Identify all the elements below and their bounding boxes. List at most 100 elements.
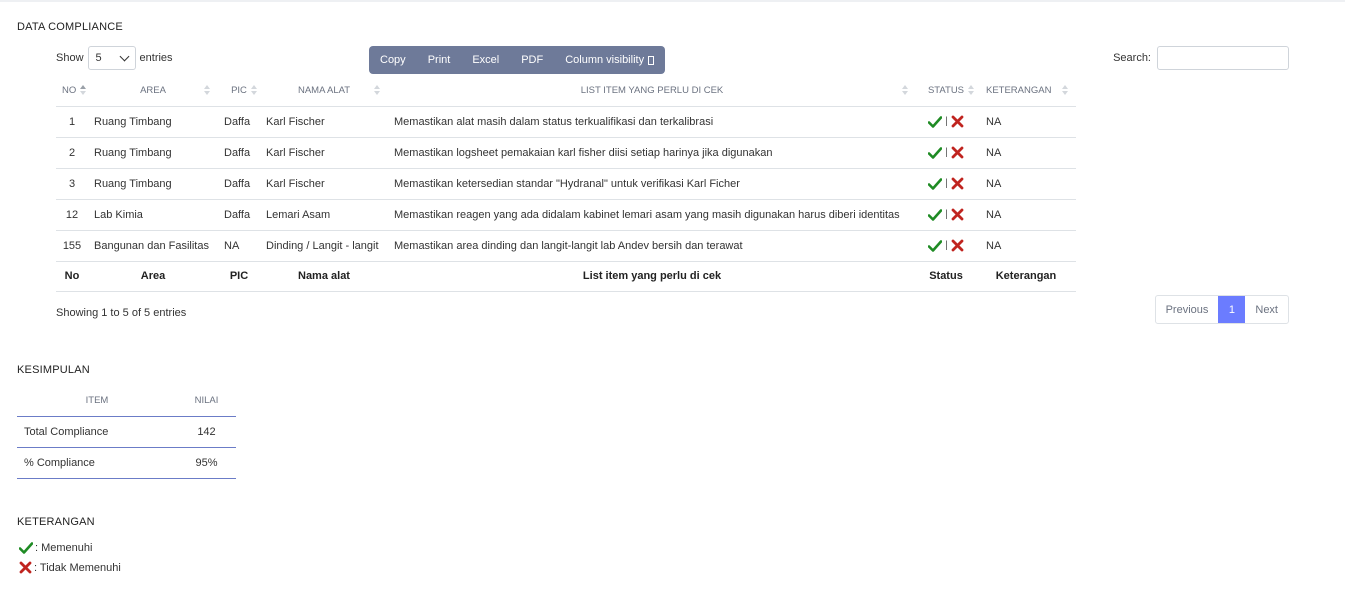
status-separator: | — [945, 240, 948, 251]
table-row: 155 Bangunan dan Fasilitas NA Dinding / Lan… — [56, 230, 1076, 262]
cell-status: | — [916, 106, 976, 138]
status-separator: | — [945, 178, 948, 189]
footer-keterangan: Keterangan — [976, 261, 1076, 292]
summary-nilai: 142 — [177, 416, 236, 448]
cross-icon — [951, 208, 964, 221]
status-separator: | — [945, 147, 948, 158]
missing-glyph-icon — [648, 55, 655, 65]
page-length-select[interactable]: 5 — [87, 46, 136, 70]
next-button[interactable]: Next — [1245, 296, 1288, 323]
legend-tidak-memenuhi-label: : Tidak Memenuhi — [34, 561, 121, 574]
summary-row: Total Compliance 142 — [17, 416, 236, 448]
check-icon — [928, 208, 943, 221]
table-row: 2 Ruang Timbang Daffa Karl Fischer Memastika… — [56, 137, 1076, 169]
cell-status: | — [916, 137, 976, 169]
cell-nama-alat: Karl Fischer — [260, 168, 388, 200]
cell-no: 3 — [56, 168, 88, 200]
cell-keterangan: NA — [976, 106, 1076, 138]
table-row: 3 Ruang Timbang Daffa Karl Fischer Memastika… — [56, 168, 1076, 200]
cell-area: Ruang Timbang — [88, 137, 218, 169]
col-header-area[interactable]: AREA — [88, 76, 218, 107]
legend-tidak-memenuhi: : Tidak Memenuhi — [19, 561, 121, 574]
cell-no: 2 — [56, 137, 88, 169]
keterangan-title: KETERANGAN — [17, 516, 95, 528]
cell-area: Bangunan dan Fasilitas — [88, 230, 218, 262]
cell-keterangan: NA — [976, 199, 1076, 231]
data-compliance-title: DATA COMPLIANCE — [17, 21, 123, 33]
top-divider — [0, 0, 1345, 2]
cell-area: Ruang Timbang — [88, 106, 218, 138]
cell-pic: Daffa — [218, 106, 260, 138]
cell-status: | — [916, 199, 976, 231]
cross-icon — [951, 177, 964, 190]
status-separator: | — [945, 209, 948, 220]
cell-list-item: Memastikan logsheet pemakaian karl fishe… — [388, 137, 916, 169]
col-header-list-item[interactable]: LIST ITEM YANG PERLU DI CEK — [388, 76, 916, 107]
cell-pic: Daffa — [218, 168, 260, 200]
excel-button[interactable]: Excel — [461, 46, 510, 74]
col-header-nama-alat[interactable]: NAMA ALAT — [260, 76, 388, 107]
cell-list-item: Memastikan ketersedian standar "Hydranal… — [388, 168, 916, 200]
summary-table: ITEM NILAI Total Compliance 142% Complian… — [17, 386, 236, 479]
cell-pic: NA — [218, 230, 260, 262]
show-label: Show — [56, 52, 84, 64]
pagination: Previous 1 Next — [1154, 295, 1289, 324]
cross-icon — [951, 146, 964, 159]
search-input[interactable] — [1157, 46, 1289, 70]
check-icon — [928, 177, 943, 190]
entries-label: entries — [139, 52, 173, 64]
summary-nilai: 95% — [177, 447, 236, 479]
cell-status: | — [916, 168, 976, 200]
cell-area: Lab Kimia — [88, 199, 218, 231]
footer-nama-alat: Nama alat — [260, 261, 388, 292]
copy-button[interactable]: Copy — [369, 46, 417, 74]
table-footer-row: No Area PIC Nama alat List item yang per… — [56, 261, 1076, 292]
cell-list-item: Memastikan alat masih dalam status terku… — [388, 106, 916, 138]
table-info: Showing 1 to 5 of 5 entries — [56, 307, 187, 319]
cell-no: 12 — [56, 199, 88, 231]
cell-nama-alat: Lemari Asam — [260, 199, 388, 231]
cell-pic: Daffa — [218, 137, 260, 169]
cell-keterangan: NA — [976, 230, 1076, 262]
export-button-group: Copy Print Excel PDF Column visibility — [369, 46, 666, 74]
search-control: Search: — [1113, 46, 1289, 70]
cell-no: 1 — [56, 106, 88, 138]
summary-item: % Compliance — [17, 447, 177, 479]
column-visibility-button[interactable]: Column visibility — [554, 46, 665, 74]
previous-button[interactable]: Previous — [1156, 296, 1219, 323]
col-header-pic[interactable]: PIC — [218, 76, 260, 107]
col-header-keterangan[interactable]: KETERANGAN — [976, 76, 1076, 107]
page-length-control: Show 5 entries — [56, 46, 173, 70]
kesimpulan-title: KESIMPULAN — [17, 364, 90, 376]
pdf-button[interactable]: PDF — [510, 46, 554, 74]
summary-header-nilai: NILAI — [177, 386, 236, 417]
summary-header-item: ITEM — [17, 386, 177, 417]
page-length-value: 5 — [95, 52, 102, 64]
summary-item: Total Compliance — [17, 416, 177, 448]
check-icon — [19, 542, 33, 554]
footer-pic: PIC — [218, 261, 260, 292]
cross-icon — [19, 561, 32, 574]
print-button[interactable]: Print — [417, 46, 462, 74]
cross-icon — [951, 115, 964, 128]
cell-status: | — [916, 230, 976, 262]
check-icon — [928, 239, 943, 252]
cell-nama-alat: Karl Fischer — [260, 106, 388, 138]
col-header-status[interactable]: STATUS — [916, 76, 976, 107]
table-row: 12 Lab Kimia Daffa Lemari Asam Memastikan re… — [56, 199, 1076, 231]
search-label: Search: — [1113, 52, 1151, 64]
cell-list-item: Memastikan reagen yang ada didalam kabin… — [388, 199, 916, 231]
legend-memenuhi-label: : Memenuhi — [35, 542, 93, 554]
footer-list-item: List item yang perlu di cek — [388, 261, 916, 292]
cell-no: 155 — [56, 230, 88, 262]
column-visibility-label: Column visibility — [565, 54, 645, 66]
legend-memenuhi: : Memenuhi — [19, 542, 92, 554]
cell-area: Ruang Timbang — [88, 168, 218, 200]
summary-row: % Compliance 95% — [17, 447, 236, 479]
cell-keterangan: NA — [976, 137, 1076, 169]
footer-status: Status — [916, 261, 976, 292]
cell-nama-alat: Karl Fischer — [260, 137, 388, 169]
col-header-no[interactable]: NO — [56, 76, 88, 107]
footer-no: No — [56, 261, 88, 292]
page-1-button[interactable]: 1 — [1218, 296, 1246, 323]
